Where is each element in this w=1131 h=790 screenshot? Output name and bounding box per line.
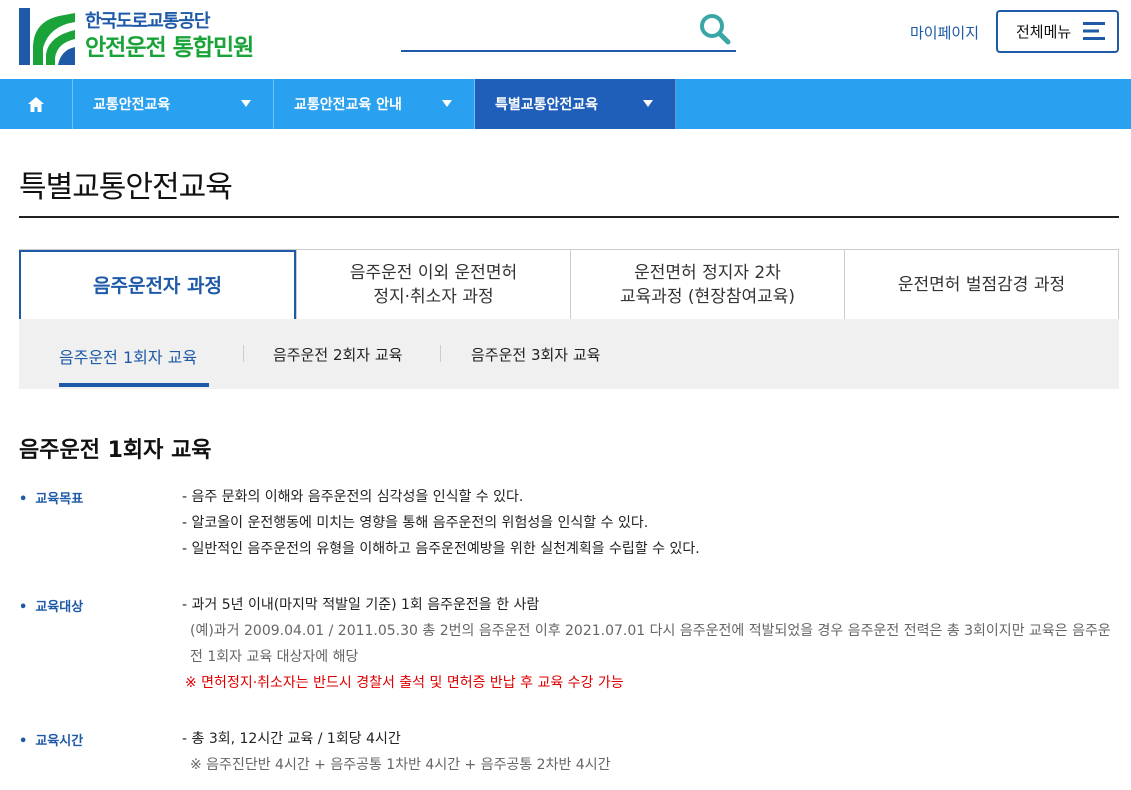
goal-line: - 음주 문화의 이해와 음주운전의 심각성을 인식할 수 있다. [182,489,524,505]
nav-home-button[interactable] [0,79,73,129]
time-breakdown-note: ※ 음주진단반 4시간 + 음주공통 1차반 4시간 + 음주공통 2차반 4시… [190,757,611,773]
education-target-content: - 과거 5년 이내(마지막 적발일 기준) 1회 음주운전을 한 사람 (예)… [182,592,1117,696]
title-divider [19,216,1119,218]
logo-org-name: 한국도로교통공단 [85,10,210,32]
section-title: 음주운전 1회자 교육 [19,438,212,463]
goal-line: - 일반적인 음주운전의 유형을 이해하고 음주운전예방을 위한 실천계획을 수… [182,541,700,557]
subtab-third-offense[interactable]: 음주운전 3회자 교육 [471,344,600,365]
subtab-first-offense[interactable]: 음주운전 1회자 교육 [59,344,197,368]
hamburger-menu-icon [1083,22,1105,40]
tab-drunk-driver-course[interactable]: 음주운전자 과정 [19,250,296,320]
search-icon[interactable] [698,12,732,46]
education-time-label: 교육시간 [19,730,83,749]
nav-item-label: 특별교통안전교육 [495,97,599,113]
time-line: - 총 3회, 12시간 교육 / 1회당 4시간 [182,731,401,747]
nav-item-special-education[interactable]: 특별교통안전교육 [475,79,676,129]
tab-penalty-reduction-course[interactable]: 운전면허 벌점감경 과정 [844,250,1118,320]
subtab-bar: 음주운전 1회자 교육 음주운전 2회자 교육 음주운전 3회자 교육 [19,319,1119,389]
subtab-divider [243,345,244,362]
target-line: - 과거 5년 이내(마지막 적발일 기준) 1회 음주운전을 한 사람 [182,597,540,613]
chevron-down-icon [643,100,653,107]
education-target-label: 교육대상 [19,596,83,615]
logo-mark-icon [19,8,75,65]
subtab-divider [440,345,441,362]
search-input[interactable] [401,16,691,46]
education-goal-label: 교육목표 [19,488,83,507]
site-logo[interactable]: 한국도로교통공단 안전운전 통합민원 [19,8,254,65]
search-bar [401,10,736,52]
logo-text: 한국도로교통공단 안전운전 통합민원 [85,10,254,63]
main-navigation: 교통안전교육 교통안전교육 안내 특별교통안전교육 [0,79,1131,129]
all-menu-button[interactable]: 전체메뉴 [996,10,1119,53]
site-header: 한국도로교통공단 안전운전 통합민원 마이페이지 전체메뉴 [0,0,1131,79]
education-time-content: - 총 3회, 12시간 교육 / 1회당 4시간 ※ 음주진단반 4시간 + … [182,726,1117,778]
mypage-link[interactable]: 마이페이지 [910,22,979,43]
subtab-active-indicator [59,383,209,387]
logo-service-name: 안전운전 통합민원 [85,34,254,61]
nav-item-label: 교통안전교육 [93,97,171,113]
target-example-note: (예)과거 2009.04.01 / 2011.05.30 총 2번의 음주운전… [190,623,1111,665]
nav-item-education-guide[interactable]: 교통안전교육 안내 [274,79,475,129]
chevron-down-icon [442,100,452,107]
chevron-down-icon [241,100,251,107]
subtab-second-offense[interactable]: 음주운전 2회자 교육 [273,344,402,365]
home-icon [28,96,44,112]
goal-line: - 알코올이 운전행동에 미치는 영향을 통해 음주운전의 위험성을 인식할 수… [182,515,649,531]
all-menu-label: 전체메뉴 [1016,23,1072,41]
nav-item-traffic-safety-education[interactable]: 교통안전교육 [73,79,274,129]
education-goal-content: - 음주 문화의 이해와 음주운전의 심각성을 인식할 수 있다. - 알코올이… [182,484,1117,562]
target-warning: ※ 면허정지·취소자는 반드시 경찰서 출석 및 면허증 반납 후 교육 수강 … [185,675,624,691]
tab-second-participation-course[interactable]: 운전면허 정지자 2차 교육과정 (현장참여교육) [570,250,844,320]
page-title: 특별교통안전교육 [19,170,233,205]
course-tabs: 음주운전자 과정 음주운전 이외 운전면허 정지·취소자 과정 운전면허 정지자… [19,249,1119,320]
tab-suspension-revocation-course[interactable]: 음주운전 이외 운전면허 정지·취소자 과정 [296,250,570,320]
nav-item-label: 교통안전교육 안내 [294,97,402,113]
